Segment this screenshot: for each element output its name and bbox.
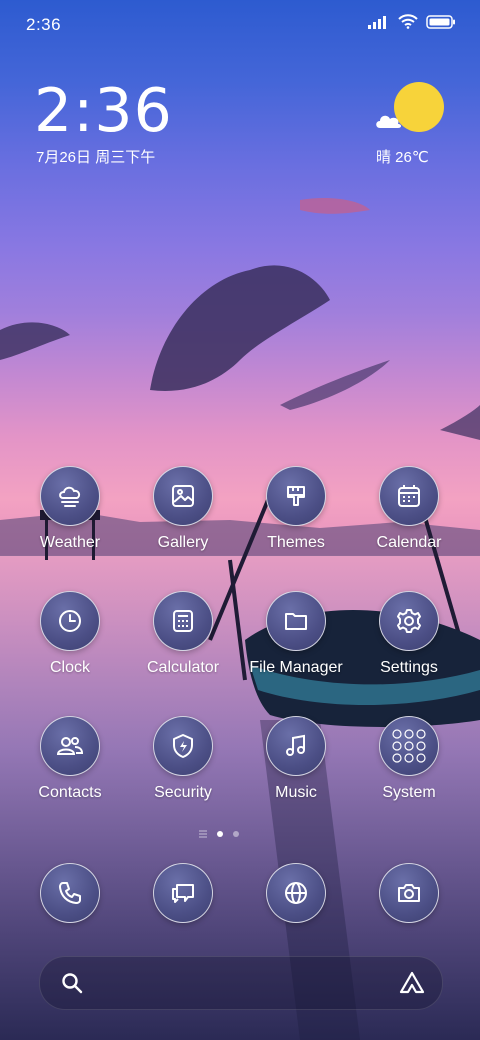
app-icon-bg [153,863,213,923]
app-icon-bg [153,591,213,651]
search-bar[interactable] [39,956,443,1010]
clock-icon [59,610,81,632]
app-icon-bg [379,863,439,923]
phone-icon [59,882,81,904]
status-time: 2:36 [26,15,62,34]
app-label: Music [275,784,317,801]
battery-icon [426,14,455,29]
page-dot [233,831,239,837]
app-label: Security [154,784,212,801]
app-label: Settings [380,659,438,676]
app-settings[interactable]: Settings [354,591,464,677]
app-label: Contacts [38,784,102,801]
weather-cloud-icon [59,486,81,507]
app-icon-bg [40,466,100,526]
app-label: Calendar [376,534,442,551]
signal-icon [368,15,386,29]
contacts-icon [56,737,84,755]
app-security[interactable]: Security [128,716,238,802]
menu-lines-icon [199,830,207,838]
status-bar: 2:36 [0,0,480,50]
app-icon-bg [40,591,100,651]
page-dot-active [217,831,223,837]
page-indicator[interactable] [199,830,239,838]
calculator-icon [173,610,193,632]
app-icon-bg [379,466,439,526]
assistant-icon[interactable] [398,969,426,997]
app-label: File Manager [249,659,343,676]
app-weather[interactable]: Weather [15,466,125,552]
browser-globe-icon [285,882,307,904]
app-label: Clock [49,659,90,676]
app-icon-bg [266,466,326,526]
clock-widget-time[interactable]: 2:36 [34,76,173,146]
calendar-icon [398,485,420,507]
app-icon-bg [40,863,100,923]
gallery-icon [172,485,194,507]
dock-phone[interactable] [15,863,125,923]
status-icons [368,14,456,29]
app-icon-bg [379,591,439,651]
app-label: Calculator [146,659,220,676]
camera-icon [398,884,420,902]
app-calculator[interactable]: Calculator [128,591,238,677]
shield-icon [173,734,193,758]
app-music[interactable]: Music [241,716,351,802]
app-gallery[interactable]: Gallery [128,466,238,552]
app-icon-bg [266,591,326,651]
dock-browser[interactable] [241,863,351,923]
search-icon [62,973,83,994]
music-note-icon [286,734,305,756]
app-calendar[interactable]: Calendar [354,466,464,552]
app-folder-system[interactable]: System [354,716,464,802]
app-file-manager[interactable]: File Manager [241,591,351,677]
app-themes[interactable]: Themes [241,466,351,552]
app-clock[interactable]: Clock [15,591,125,677]
messages-icon [172,884,194,903]
folder-icon [285,613,307,630]
app-icon-bg [379,716,439,776]
app-icon-bg [266,716,326,776]
themes-brush-icon [287,486,305,506]
app-contacts[interactable]: Contacts [15,716,125,802]
app-icon-bg [266,863,326,923]
dock-messages[interactable] [128,863,238,923]
app-label: Weather [39,534,101,551]
dock-camera[interactable] [354,863,464,923]
clock-widget-date: 7月26日 周三下午 [36,149,156,166]
folder-grid-icon [392,729,426,763]
app-icon-bg [153,716,213,776]
wifi-icon [398,14,418,29]
weather-text: 晴 26℃ [376,149,429,166]
gear-icon [397,609,421,633]
cloud-icon [376,115,401,128]
app-label: System [382,784,436,801]
app-icon-bg [40,716,100,776]
weather-widget[interactable]: 晴 26℃ [376,82,446,172]
app-label: Gallery [157,534,209,551]
app-label: Themes [267,534,325,551]
app-icon-bg [153,466,213,526]
